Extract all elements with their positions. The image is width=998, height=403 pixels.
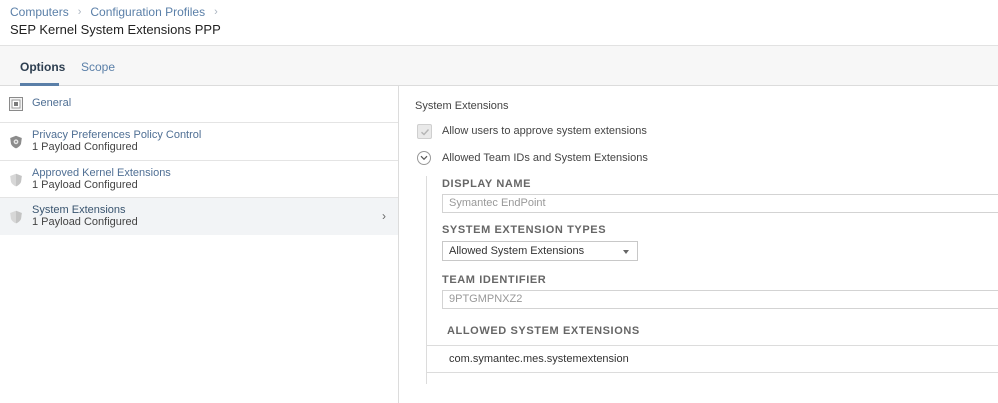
breadcrumb-configuration-profiles[interactable]: Configuration Profiles [90,5,205,19]
general-icon [9,97,23,111]
payload-sidebar: General Privacy Preferences Policy Contr… [0,86,399,403]
shield-icon [9,135,23,149]
checkmark-icon [421,129,430,136]
chevron-right-icon: › [382,209,386,223]
table-divider [427,372,998,373]
sidebar-item-label: Privacy Preferences Policy Control [32,129,202,141]
shield-icon [9,210,23,224]
allow-users-approve-checkbox[interactable] [417,124,432,139]
sidebar-item-approved-kernel-extensions[interactable]: Approved Kernel Extensions 1 Payload Con… [0,161,398,198]
section-title: System Extensions [415,100,509,112]
sidebar-item-sublabel: 1 Payload Configured [32,216,138,228]
team-identifier-field[interactable]: 9PTGMPNXZ2 [442,290,998,309]
allowed-system-extensions-header: ALLOWED SYSTEM EXTENSIONS [447,325,640,337]
table-divider [427,345,998,346]
system-extension-types-select[interactable]: Allowed System Extensions [442,241,638,261]
sidebar-item-privacy-preferences[interactable]: Privacy Preferences Policy Control 1 Pay… [0,123,398,161]
display-name-label: DISPLAY NAME [442,178,532,190]
team-identifier-label: TEAM IDENTIFIER [442,274,547,286]
tab-bar: Options Scope [0,46,998,86]
sidebar-item-sublabel: 1 Payload Configured [32,179,138,191]
display-name-field[interactable]: Symantec EndPoint [442,194,998,213]
sidebar-item-system-extensions[interactable]: System Extensions 1 Payload Configured › [0,198,398,235]
shield-icon [9,173,23,187]
page-title: SEP Kernel System Extensions PPP [10,22,221,37]
tab-scope[interactable]: Scope [81,60,115,74]
caret-down-icon [623,250,629,254]
select-value: Allowed System Extensions [449,245,585,257]
allowed-team-ids-label: Allowed Team IDs and System Extensions [442,152,648,164]
group-divider [426,176,427,384]
sidebar-item-sublabel: 1 Payload Configured [32,141,138,153]
table-row[interactable]: com.symantec.mes.systemextension [449,353,629,365]
tab-options[interactable]: Options [20,60,65,74]
breadcrumb-separator-icon: › [214,6,218,18]
chevron-down-icon [420,155,428,161]
breadcrumb-computers[interactable]: Computers [10,5,69,19]
sidebar-item-general[interactable]: General [0,86,398,123]
page-header: Computers › Configuration Profiles › SEP… [0,0,998,46]
sidebar-item-label: General [32,97,72,109]
sidebar-item-label: Approved Kernel Extensions [32,167,171,179]
breadcrumb: Computers › Configuration Profiles › [10,5,227,19]
system-extension-types-label: SYSTEM EXTENSION TYPES [442,224,607,236]
payload-editor: System Extensions Allow users to approve… [400,86,998,403]
allow-users-approve-label: Allow users to approve system extensions [442,125,647,137]
collapse-toggle-button[interactable] [417,151,431,165]
sidebar-item-label: System Extensions [32,204,126,216]
breadcrumb-separator-icon: › [77,6,82,18]
